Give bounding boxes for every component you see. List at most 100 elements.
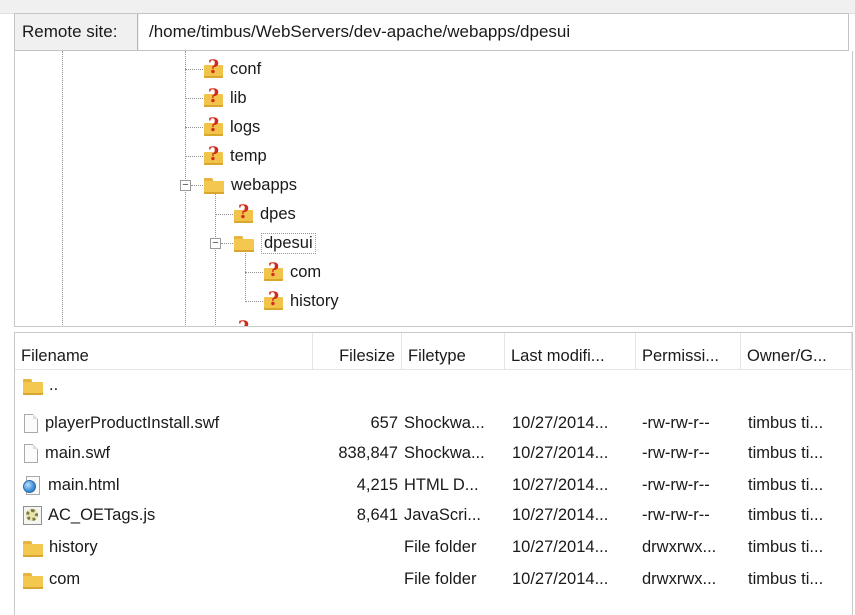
file-size (303, 565, 398, 594)
file-size: 4,215 (356, 476, 398, 494)
file-last-modified: 10/27/2014... (512, 444, 609, 462)
folder-icon (23, 571, 43, 589)
tree-node-webapps[interactable]: webapps (204, 172, 297, 198)
unknown-folder-icon: ? (204, 86, 223, 107)
file-list-header: Filename Filesize Filetype Last modifi..… (15, 333, 852, 370)
collapse-toggle-webapps[interactable]: − (180, 180, 191, 191)
file-last-modified: 10/27/2014... (512, 414, 609, 432)
column-header-filetype[interactable]: Filetype (402, 333, 505, 369)
column-header-filesize[interactable]: Filesize (313, 333, 402, 369)
remote-site-path-input[interactable]: /home/timbus/WebServers/dev-apache/webap… (139, 14, 848, 50)
window-top-strip (0, 0, 855, 14)
file-row[interactable]: main.swf 838,847 Shockwa... 10/27/2014..… (15, 439, 852, 468)
tree-line (191, 185, 203, 186)
tree-line (245, 272, 263, 273)
folder-icon (204, 176, 224, 194)
tree-node-label: lib (230, 88, 247, 107)
file-icon (23, 443, 39, 464)
file-size: 8,641 (356, 506, 398, 524)
tree-line (185, 127, 203, 128)
file-owner-group: timbus ti... (748, 444, 824, 462)
remote-site-bar: Remote site: /home/timbus/WebServers/dev… (14, 13, 849, 51)
file-type: File folder (404, 538, 477, 556)
folder-icon (234, 234, 254, 252)
file-type: Shockwa... (404, 414, 485, 432)
file-type: File folder (404, 570, 477, 588)
file-row[interactable]: playerProductInstall.swf 657 Shockwa... … (15, 409, 852, 438)
unknown-folder-icon: ? (264, 260, 283, 281)
file-last-modified: 10/27/2014... (512, 538, 609, 556)
file-last-modified: 10/27/2014... (512, 506, 609, 524)
tree-node-partially-visible[interactable]: ? (234, 317, 253, 326)
file-row[interactable]: com File folder 10/27/2014... drwxrwx...… (15, 565, 852, 594)
unknown-folder-icon: ? (234, 318, 253, 326)
file-row[interactable]: AC_OETags.js 8,641 JavaScri... 10/27/201… (15, 501, 852, 530)
tree-line (245, 251, 246, 302)
column-header-permissions[interactable]: Permissi... (636, 333, 741, 369)
tree-node-lib[interactable]: ? lib (204, 85, 247, 111)
file-name: AC_OETags.js (48, 506, 156, 524)
file-row[interactable]: history File folder 10/27/2014... drwxrw… (15, 533, 852, 562)
file-owner-group: timbus ti... (748, 538, 824, 556)
file-owner-group: timbus ti... (748, 476, 824, 494)
file-name: playerProductInstall.swf (45, 414, 220, 432)
file-last-modified: 10/27/2014... (512, 476, 609, 494)
file-permissions: drwxrwx... (642, 570, 717, 588)
tree-node-dpes[interactable]: ? dpes (234, 201, 296, 227)
file-permissions: -rw-rw-r-- (642, 476, 710, 494)
tree-node-label: history (290, 291, 339, 310)
file-owner-group: timbus ti... (748, 570, 824, 588)
file-row-parent[interactable]: .. (15, 371, 852, 400)
file-name: history (49, 538, 98, 556)
file-last-modified: 10/27/2014... (512, 570, 609, 588)
file-type: Shockwa... (404, 444, 485, 462)
file-permissions: drwxrwx... (642, 538, 717, 556)
file-owner-group: timbus ti... (748, 506, 824, 524)
remote-site-label: Remote site: (15, 14, 138, 50)
tree-node-history[interactable]: ? history (264, 288, 339, 314)
column-header-last-modified[interactable]: Last modifi... (505, 333, 636, 369)
tree-node-label: logs (230, 117, 261, 136)
file-name: .. (49, 376, 59, 394)
tree-line (221, 243, 233, 244)
tree-node-label: conf (230, 59, 262, 78)
column-header-filename[interactable]: Filename (15, 333, 313, 369)
file-row[interactable]: main.html 4,215 HTML D... 10/27/2014... … (15, 471, 852, 500)
unknown-folder-icon: ? (204, 144, 223, 165)
tree-line (215, 214, 233, 215)
remote-directory-tree[interactable]: − − ? conf ? lib ? logs ? temp webapps ?… (14, 51, 853, 327)
folder-icon (23, 539, 43, 557)
file-owner-group: timbus ti... (748, 414, 824, 432)
folder-icon (23, 377, 43, 395)
file-size: 838,847 (338, 444, 398, 462)
tree-node-label: dpesui (261, 232, 316, 254)
tree-node-temp[interactable]: ? temp (204, 143, 267, 169)
tree-node-conf[interactable]: ? conf (204, 56, 261, 82)
file-type: JavaScri... (404, 506, 482, 524)
html-file-icon (23, 476, 42, 495)
column-header-owner-group[interactable]: Owner/G... (741, 333, 852, 369)
tree-line (185, 69, 203, 70)
tree-node-dpesui[interactable]: dpesui (234, 230, 316, 256)
unknown-folder-icon: ? (204, 57, 223, 78)
tree-node-label: com (290, 262, 322, 281)
file-name: main.html (48, 476, 120, 494)
file-permissions: -rw-rw-r-- (642, 414, 710, 432)
file-name: com (49, 570, 81, 588)
unknown-folder-icon: ? (264, 289, 283, 310)
tree-node-logs[interactable]: ? logs (204, 114, 260, 140)
file-permissions: -rw-rw-r-- (642, 506, 710, 524)
unknown-folder-icon: ? (204, 115, 223, 136)
file-size (303, 533, 398, 562)
unknown-folder-icon: ? (234, 202, 253, 223)
tree-node-com[interactable]: ? com (264, 259, 321, 285)
tree-node-label: temp (230, 146, 267, 165)
file-name: main.swf (45, 444, 111, 462)
file-size: 657 (370, 414, 398, 432)
script-file-icon (23, 506, 42, 525)
file-permissions: -rw-rw-r-- (642, 444, 710, 462)
collapse-toggle-dpesui[interactable]: − (210, 238, 221, 249)
file-icon (23, 413, 39, 434)
remote-file-list[interactable]: Filename Filesize Filetype Last modifi..… (14, 332, 853, 615)
tree-line (185, 98, 203, 99)
